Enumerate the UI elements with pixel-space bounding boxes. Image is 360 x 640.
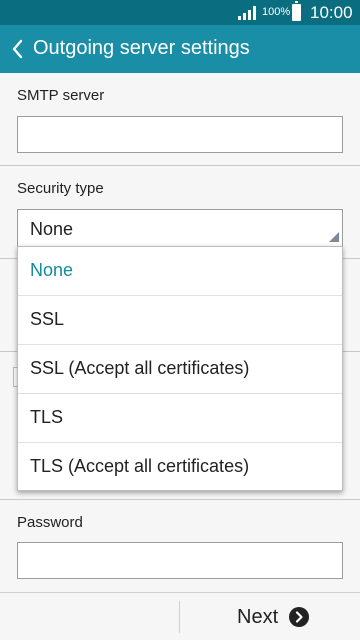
security-type-dropdown: None SSL SSL (Accept all certificates) T… [17,246,343,491]
option-label: SSL (Accept all certificates) [30,358,250,378]
app-bar: Outgoing server settings [0,25,360,73]
security-type-select[interactable]: None [17,209,343,247]
option-label: TLS (Accept all certificates) [30,456,250,476]
password-input[interactable] [17,542,343,579]
divider [179,601,180,633]
option-label: None [30,260,74,280]
clock: 10:00 [310,3,353,22]
password-label: Password [17,514,83,531]
dropdown-arrow-icon [329,232,339,242]
signal-icon [238,6,256,20]
divider [0,165,360,166]
next-button[interactable]: Next [200,593,360,640]
battery-percent: 100% [262,6,291,18]
chevron-right-circle-icon [289,607,309,627]
option-ssl-accept-all[interactable]: SSL (Accept all certificates) [18,345,342,394]
security-type-value: None [30,219,74,239]
smtp-server-label: SMTP server [17,87,105,104]
back-arrow-icon[interactable] [6,31,30,67]
option-none[interactable]: None [18,247,342,296]
page-title: Outgoing server settings [33,37,250,59]
option-ssl[interactable]: SSL [18,296,342,345]
divider [0,499,360,500]
next-label: Next [237,606,279,628]
option-label: TLS [30,407,64,427]
option-label: SSL [30,309,65,329]
option-tls-accept-all[interactable]: TLS (Accept all certificates) [18,443,342,492]
security-type-label: Security type [17,180,104,197]
bottom-bar: Next [0,592,360,640]
option-tls[interactable]: TLS [18,394,342,443]
smtp-server-input[interactable] [17,116,343,153]
status-bar: 100% 10:00 [0,0,360,25]
battery-icon [292,1,301,21]
